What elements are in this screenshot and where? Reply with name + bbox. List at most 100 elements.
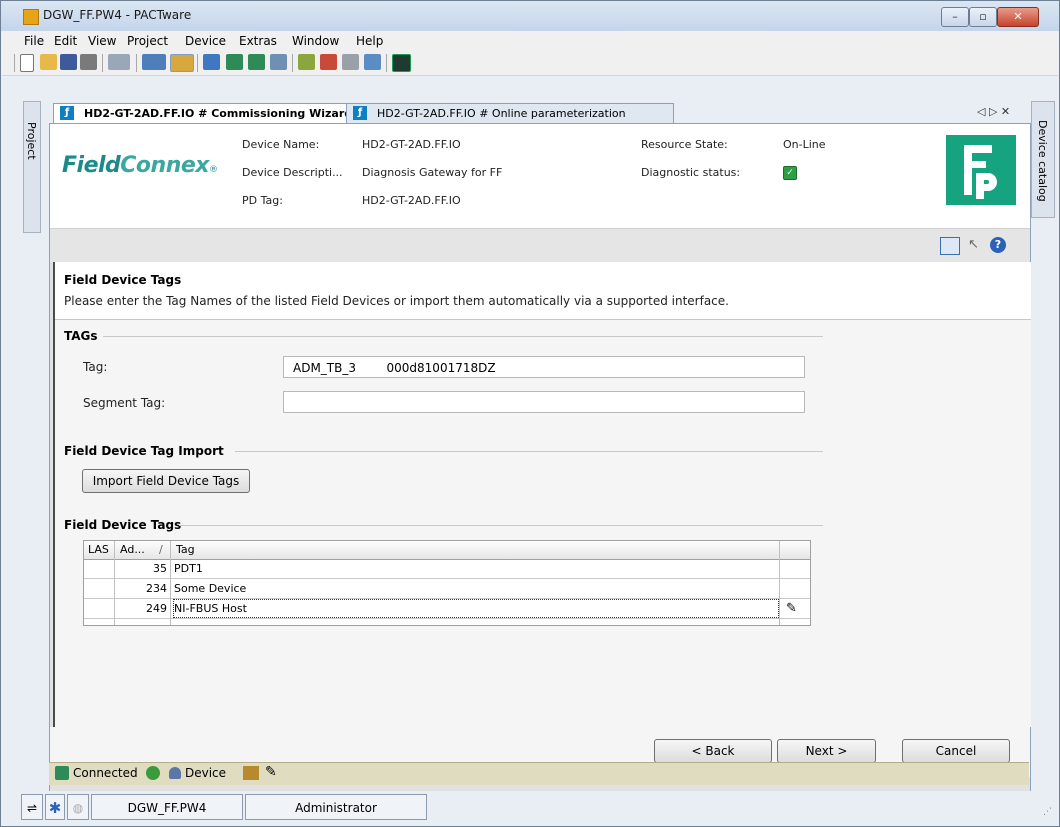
app-icon: [23, 9, 39, 25]
print-icon[interactable]: [80, 54, 97, 70]
menu-view[interactable]: View: [88, 34, 116, 48]
table-header: LAS Ad... ∕ Tag: [84, 541, 810, 560]
import-field-device-tags-button[interactable]: Import Field Device Tags: [82, 469, 250, 493]
device-dtm-icon: ƒ: [353, 106, 367, 120]
tag-cell[interactable]: Some Device: [174, 579, 246, 598]
refresh-icon[interactable]: [146, 766, 160, 780]
tag-cell[interactable]: PDT1: [174, 559, 203, 578]
back-button[interactable]: < Back: [654, 739, 772, 763]
fieldconnex-logo: FieldConnex®: [62, 153, 218, 178]
view-toggle-icon[interactable]: [940, 237, 960, 255]
menu-help[interactable]: Help: [356, 34, 383, 48]
pf-logo-graphic: [964, 145, 997, 199]
catalog-icon[interactable]: [170, 54, 194, 72]
table-row[interactable]: 249 NI-FBUS Host ✎: [84, 599, 810, 619]
toolbar-separator: [102, 54, 103, 72]
column-divider: [114, 541, 115, 625]
device-add-icon[interactable]: [298, 54, 315, 70]
tag-label: Tag:: [83, 360, 108, 374]
diagnostic-status-label: Diagnostic status:: [641, 166, 741, 179]
logo-connex: Connex: [120, 153, 209, 178]
save-icon[interactable]: [60, 54, 77, 70]
device-remove-icon[interactable]: [320, 54, 337, 70]
pd-tag-label: PD Tag:: [242, 194, 283, 207]
upload-icon[interactable]: [270, 54, 287, 70]
edit-pencil-icon[interactable]: ✎: [786, 599, 797, 618]
tab-commissioning-wizard[interactable]: ƒ HD2-GT-2AD.FF.IO # Commissioning Wizar…: [53, 103, 375, 123]
tab-online-parameterization[interactable]: ƒ HD2-GT-2AD.FF.IO # Online parameteriza…: [346, 103, 674, 123]
menu-device[interactable]: Device: [185, 34, 226, 48]
bottom-bar: ⇌ ✱ ◍ DGW_FF.PW4 Administrator ⋰: [21, 791, 1059, 823]
tags-group-title: TAGs: [64, 329, 98, 343]
cancel-button[interactable]: Cancel: [902, 739, 1010, 763]
export-icon[interactable]: [108, 54, 130, 70]
column-header-tag[interactable]: Tag: [176, 540, 195, 559]
group-divider: [235, 451, 823, 452]
close-button[interactable]: ✕: [997, 7, 1039, 27]
resource-state-value: On-Line: [783, 138, 826, 151]
network-view-icon[interactable]: [142, 54, 166, 70]
tag-cell-selected[interactable]: NI-FBUS Host: [173, 599, 779, 618]
user-role-box: Administrator: [245, 794, 427, 820]
field-device-tags-table: LAS Ad... ∕ Tag 35 PDT1 234 Some Device …: [83, 540, 811, 626]
table-row[interactable]: 35 PDT1: [84, 559, 810, 579]
table-group-title: Field Device Tags: [64, 518, 182, 532]
monitor-icon[interactable]: [392, 54, 411, 72]
column-divider: [170, 541, 171, 625]
tab-label: HD2-GT-2AD.FF.IO # Commissioning Wizard: [84, 107, 353, 120]
device-catalog-side-tab[interactable]: Device catalog: [1031, 101, 1055, 218]
segment-tag-input[interactable]: [283, 391, 805, 413]
open-folder-icon[interactable]: [40, 54, 57, 70]
app-window: DGW_FF.PW4 - PACTware – ▫ ✕ File Edit Vi…: [0, 0, 1060, 827]
table-row[interactable]: 234 Some Device: [84, 579, 810, 599]
disconnect-icon[interactable]: [248, 54, 265, 70]
project-name-box: DGW_FF.PW4: [91, 794, 243, 820]
menu-extras[interactable]: Extras: [239, 34, 277, 48]
column-header-las[interactable]: LAS: [88, 540, 109, 559]
next-button[interactable]: Next >: [777, 739, 876, 763]
asterisk-icon[interactable]: ✱: [45, 794, 65, 820]
minimize-button[interactable]: –: [941, 7, 969, 27]
resource-state-label: Resource State:: [641, 138, 728, 151]
new-file-icon[interactable]: [20, 54, 34, 72]
menu-file[interactable]: File: [24, 34, 44, 48]
device-catalog-tab-label: Device catalog: [1036, 120, 1049, 202]
help-icon[interactable]: ?: [990, 237, 1006, 253]
device-description-label: Device Descripti...: [242, 166, 343, 179]
project-tab-label: Project: [25, 122, 38, 160]
project-side-tab[interactable]: Project: [23, 101, 41, 233]
group-divider: [179, 525, 823, 526]
section-description: Please enter the Tag Names of the listed…: [64, 294, 729, 308]
device-icon: [169, 767, 181, 779]
tab-navigation[interactable]: ◁ ▷ ✕: [977, 105, 1010, 118]
device-settings-icon[interactable]: [342, 54, 359, 70]
column-header-address[interactable]: Ad...: [120, 540, 145, 559]
section-header: Field Device Tags Please enter the Tag N…: [55, 262, 1031, 320]
device-name-value: HD2-GT-2AD.FF.IO: [362, 138, 461, 151]
wizard-subheader: ↖ ?: [50, 228, 1030, 263]
sort-ascending-icon: ∕: [159, 543, 163, 556]
toolbar-separator: [386, 54, 387, 72]
menu-edit[interactable]: Edit: [54, 34, 77, 48]
connection-icon[interactable]: ⇌: [21, 794, 43, 820]
window-title: DGW_FF.PW4 - PACTware: [43, 8, 192, 22]
menu-project[interactable]: Project: [127, 34, 168, 48]
wizard-content: Field Device Tags Please enter the Tag N…: [53, 262, 1031, 727]
toolbar-separator: [136, 54, 137, 72]
window-icon[interactable]: [203, 54, 220, 70]
connect-icon[interactable]: [226, 54, 243, 70]
tag-input[interactable]: ADM_TB_3 000d81001718DZ: [283, 356, 805, 378]
info-icon[interactable]: ◍: [67, 794, 89, 820]
resize-grip-icon[interactable]: ⋰: [1043, 807, 1052, 817]
logo-field: Field: [62, 153, 121, 178]
address-cell: 249: [146, 602, 167, 615]
group-divider: [103, 336, 823, 337]
device-status-bar: Connected Device ✎: [49, 762, 1029, 785]
menu-window[interactable]: Window: [292, 34, 339, 48]
data-set-icon: [243, 766, 259, 780]
maximize-button[interactable]: ▫: [969, 7, 997, 27]
device-scan-icon[interactable]: [364, 54, 381, 70]
connected-status: Connected: [73, 766, 138, 780]
document-tab-strip: ƒ HD2-GT-2AD.FF.IO # Commissioning Wizar…: [49, 101, 1029, 123]
context-help-icon[interactable]: ↖: [968, 237, 984, 253]
